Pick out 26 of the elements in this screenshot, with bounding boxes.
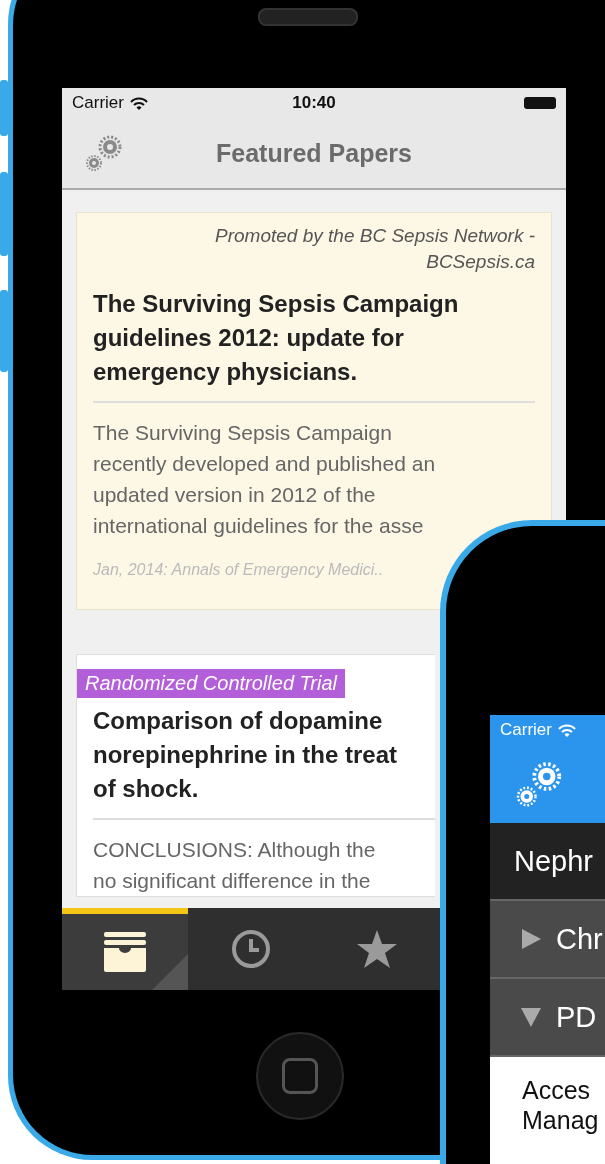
paper-abstract: CONCLUSIONS: Although the no significant difference in the [93, 837, 377, 894]
paper-abstract: The Surviving Sepsis Campaign recently developed and published an updated version in 2012 of the international guidelines for the asse [93, 420, 437, 539]
paper-title[interactable]: The Surviving Sepsis Campaign guidelines 2012: update for emergency physicians. [93, 287, 535, 401]
category-row[interactable]: Chr [490, 901, 605, 979]
tab-bar-item[interactable] [62, 908, 188, 990]
settings-icon[interactable] [84, 133, 122, 173]
citation-text: Jan, 2014: Annals of Emergency Medici.. [93, 561, 385, 579]
settings-icon[interactable] [514, 759, 562, 809]
wifi-icon [129, 96, 148, 110]
paper-card[interactable] [76, 212, 552, 610]
study-type-tag: Randomized Controlled Trial [77, 669, 345, 698]
battery-icon [524, 97, 556, 109]
clock-icon [231, 929, 271, 969]
category-row[interactable]: PD [490, 979, 605, 1057]
wifi-icon [557, 723, 576, 737]
paper-card[interactable]: Randomized Controlled Trial Comparison of dopamine norepinephrine in the treat of shock. CONCLUSIONS: Although the no significant difference in the [76, 654, 435, 897]
paper-title[interactable]: Comparison of dopamine norepinephrine in the treat of shock. [93, 704, 435, 818]
status-time: 10:40 [292, 93, 336, 112]
carrier-label: Carrier [500, 720, 552, 740]
promoted-by-text: Promoted by the BC Sepsis Network - BCSepsis.ca [214, 224, 535, 274]
section-title: Nephr [514, 844, 593, 878]
star-icon [357, 930, 397, 968]
carrier-label: Carrier [72, 93, 124, 113]
inbox-tray-icon [104, 932, 146, 972]
list-item-text[interactable]: Acces Manag [490, 1057, 605, 1135]
screen-title: Featured Papers [216, 138, 412, 167]
